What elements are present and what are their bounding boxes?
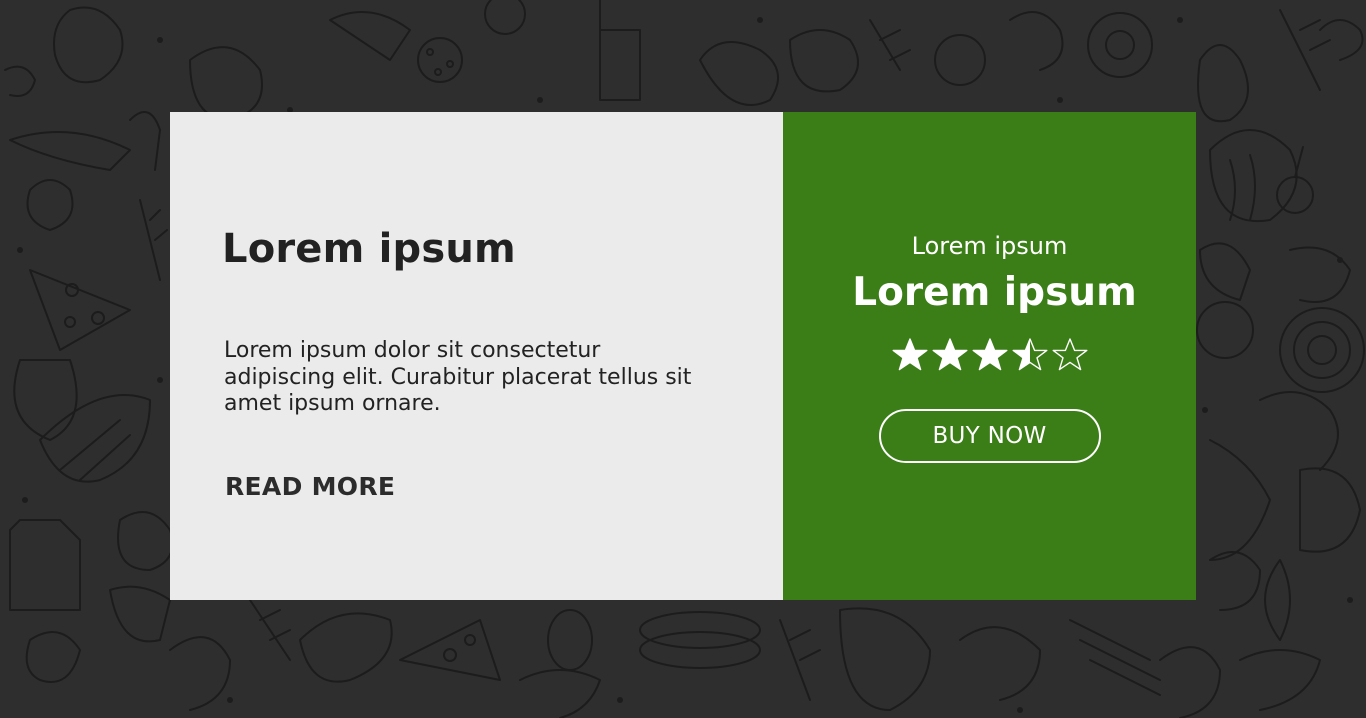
buy-now-button[interactable]: BUY NOW bbox=[878, 409, 1101, 463]
read-more-link[interactable]: READ MORE bbox=[225, 472, 395, 501]
star-filled-icon bbox=[932, 338, 967, 371]
star-outline-icon bbox=[1052, 338, 1087, 371]
product-subtitle: Lorem ipsum bbox=[911, 232, 1068, 260]
product-card: Lorem ipsum Lorem ipsum dolor sit consec… bbox=[170, 112, 1196, 600]
star-rating bbox=[892, 337, 1088, 373]
star-filled-icon bbox=[892, 338, 927, 371]
star-half-icon bbox=[1012, 338, 1047, 371]
info-description: Lorem ipsum dolor sit consectetur adipis… bbox=[224, 338, 692, 416]
product-panel: Lorem ipsum Lorem ipsum BUY NOW bbox=[783, 112, 1196, 600]
product-title: Lorem ipsum bbox=[852, 270, 1137, 315]
star-filled-icon bbox=[972, 338, 1007, 371]
info-title: Lorem ipsum bbox=[222, 226, 516, 272]
info-panel: Lorem ipsum Lorem ipsum dolor sit consec… bbox=[170, 112, 783, 600]
